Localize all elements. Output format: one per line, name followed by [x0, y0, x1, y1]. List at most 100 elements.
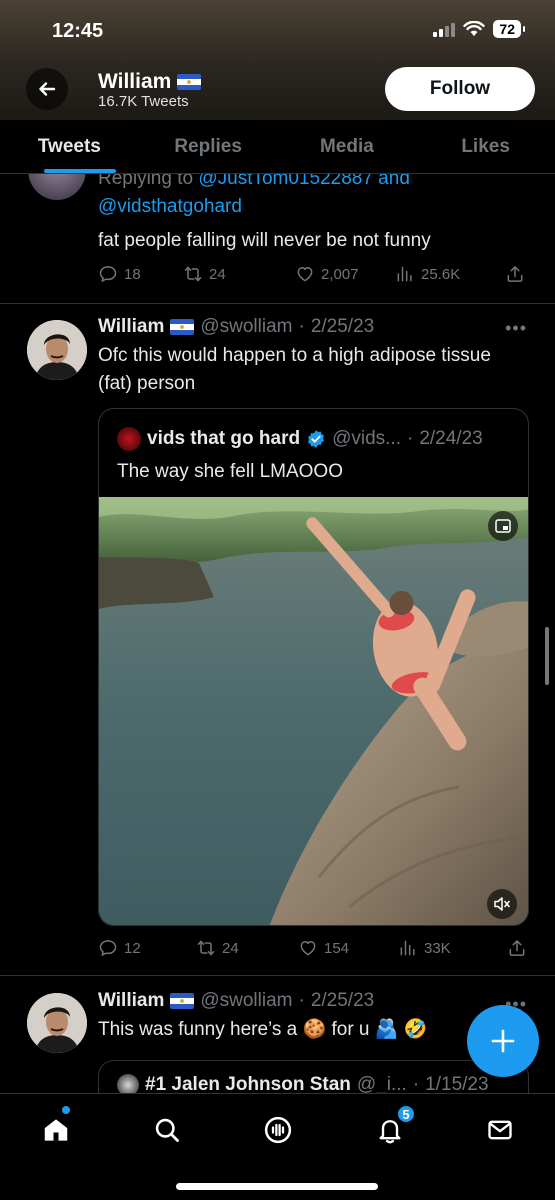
retweet-button[interactable]: 24 [196, 938, 298, 958]
reply-button[interactable]: 18 [98, 264, 183, 284]
avatar-image [27, 993, 87, 1053]
views-icon [397, 266, 412, 282]
views-count: 33K [424, 939, 451, 957]
nav-spaces[interactable] [258, 1110, 298, 1150]
retweet-count: 24 [209, 265, 226, 283]
author-handle[interactable]: @swolliam [200, 990, 292, 1012]
like-button[interactable]: 154 [298, 938, 398, 958]
video-player[interactable] [99, 497, 528, 925]
verified-badge-icon [308, 430, 324, 448]
tweets-count: 16.7K Tweets [98, 93, 189, 110]
arrow-left-icon [39, 82, 56, 96]
tweet-actions: 12 24 154 33K [98, 938, 528, 958]
plus-icon [491, 1029, 515, 1053]
quoted-tweet-text: The way she fell LMAOOO [117, 461, 343, 482]
home-indicator[interactable] [176, 1183, 378, 1190]
profile-name-text: William [98, 70, 172, 93]
status-time: 12:45 [52, 20, 104, 42]
avatar[interactable] [27, 320, 87, 380]
like-button[interactable]: 2,007 [295, 264, 395, 284]
reply-count: 12 [124, 939, 141, 957]
quoted-author-handle: @vids... [332, 428, 401, 449]
scrollbar[interactable] [545, 627, 549, 685]
reply-button[interactable]: 12 [98, 938, 196, 958]
nav-search[interactable] [147, 1110, 187, 1150]
home-icon [44, 1119, 68, 1141]
mail-icon [488, 1120, 512, 1140]
tab-replies[interactable]: Replies [139, 120, 278, 173]
home-unread-dot [62, 1106, 70, 1114]
retweet-icon [197, 940, 215, 956]
quoted-tweet-date: 2/24/23 [419, 428, 483, 449]
nav-messages[interactable] [480, 1110, 520, 1150]
tweet-header: William @swolliam · 2/25/23 [98, 990, 374, 1012]
picture-in-picture-icon[interactable] [488, 511, 518, 541]
like-count: 2,007 [321, 265, 359, 283]
profile-name: William [98, 70, 202, 94]
dot-separator: · [298, 316, 305, 337]
battery-indicator: 72 [493, 20, 525, 38]
cookie-emoji: 🍪 [302, 1019, 327, 1040]
status-icons: 72 [433, 20, 525, 38]
el-salvador-flag-icon [177, 74, 202, 90]
el-salvador-flag-icon [170, 993, 195, 1009]
tweet-text-part: This was funny here’s a [98, 1019, 303, 1040]
reply-count: 18 [124, 265, 141, 283]
author-handle[interactable]: @swolliam [200, 316, 292, 338]
follow-button[interactable]: Follow [385, 67, 535, 111]
reply-icon [99, 940, 117, 956]
notifications-badge: 5 [396, 1104, 416, 1124]
more-options-icon[interactable]: ••• [505, 318, 527, 339]
quoted-tweet[interactable]: vids that go hard @vids... · 2/24/23 The… [98, 408, 529, 926]
quoted-tweet-header: vids that go hard @vids... · 2/24/23 [117, 427, 483, 451]
retweet-count: 24 [222, 939, 239, 957]
spaces-icon [264, 1116, 292, 1144]
retweet-icon [184, 266, 202, 282]
avatar-image [27, 320, 87, 380]
heart-icon [297, 267, 313, 282]
share-button[interactable] [507, 938, 527, 958]
el-salvador-flag-icon [170, 319, 195, 335]
dot-separator: · [407, 428, 414, 449]
profile-tabs: Tweets Replies Media Likes [0, 120, 555, 174]
views-icon [400, 940, 415, 956]
signal-icon [433, 21, 456, 37]
share-icon [509, 940, 525, 956]
tweet-text: fat people falling will never be not fun… [98, 230, 431, 251]
views-count: 25.6K [421, 265, 461, 283]
tweet-header: William @swolliam · 2/25/23 [98, 316, 374, 338]
tab-media[interactable]: Media [278, 120, 417, 173]
dot-separator: · [298, 990, 305, 1011]
author-name[interactable]: William [98, 990, 164, 1012]
back-button[interactable] [26, 68, 68, 110]
heart-icon [300, 941, 316, 956]
retweet-button[interactable]: 24 [183, 264, 295, 284]
profile-header: 12:45 72 William 16.7K Tweets Follow [0, 0, 555, 120]
replying-handle-2[interactable]: @vidsthatgohard [98, 196, 242, 218]
trailing-emojis: 🫂 🤣 [374, 1019, 428, 1040]
wifi-icon [463, 21, 486, 36]
tweet-date[interactable]: 2/25/23 [311, 990, 374, 1012]
like-count: 154 [324, 939, 350, 957]
avatar[interactable] [27, 993, 87, 1053]
tweet-date[interactable]: 2/25/23 [311, 316, 374, 338]
compose-tweet-button[interactable] [467, 1005, 539, 1077]
video-frame [99, 497, 528, 925]
quoted-avatar [117, 427, 141, 451]
tweet-text: This was funny here’s a 🍪 for u 🫂 🤣 [98, 1016, 478, 1044]
share-icon [507, 266, 523, 282]
reply-icon [99, 266, 117, 282]
share-button[interactable] [505, 264, 525, 284]
quoted-author-name: vids that go hard [147, 428, 301, 449]
tab-likes[interactable]: Likes [416, 120, 555, 173]
mute-icon[interactable] [487, 889, 517, 919]
search-icon [155, 1118, 179, 1142]
tweet-text-part: for u [326, 1019, 375, 1040]
tab-tweets[interactable]: Tweets [0, 120, 139, 173]
nav-home[interactable] [36, 1110, 76, 1150]
tweet-text: Ofc this would happen to a high adipose … [98, 345, 491, 394]
views-button[interactable]: 33K [398, 938, 507, 958]
author-name[interactable]: William [98, 316, 164, 338]
views-button[interactable]: 25.6K [395, 264, 505, 284]
tweet-actions: 18 24 2,007 25.6K [98, 264, 528, 284]
